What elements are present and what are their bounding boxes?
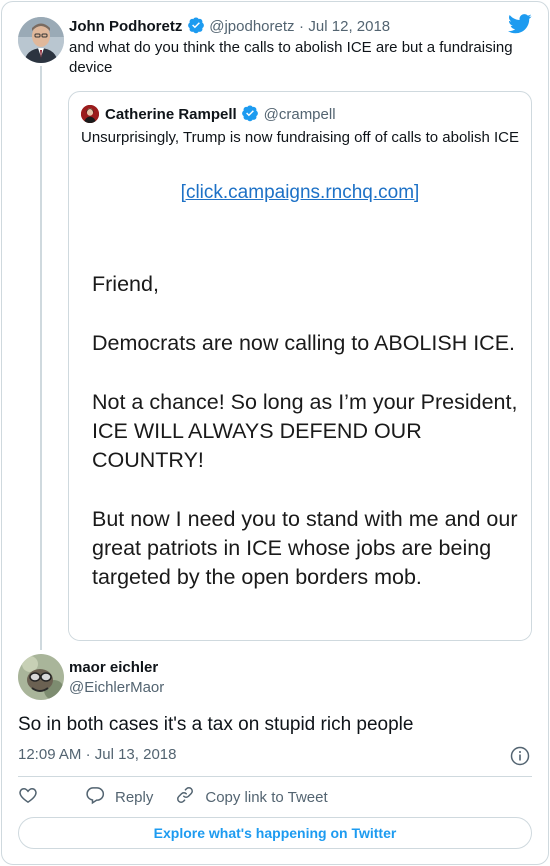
twitter-bird-icon[interactable] — [508, 14, 532, 39]
avatar-john-podhoretz[interactable] — [18, 17, 64, 63]
main-tweet-text: and what do you think the calls to aboli… — [69, 39, 513, 76]
thread-connector-line — [40, 66, 42, 650]
separator-dot: · — [298, 18, 304, 35]
reply-author-name[interactable]: maor eichler — [69, 659, 158, 676]
avatar-maor-eichler[interactable] — [18, 654, 64, 700]
email-paragraph: Friend, — [92, 272, 159, 296]
main-tweet-header: John Podhoretz @jpodhoretz · Jul 12, 201… — [69, 16, 390, 39]
reply-icon — [85, 785, 105, 809]
author-name[interactable]: John Podhoretz — [69, 18, 182, 35]
reply-author-handle[interactable]: @EichlerMaor — [69, 679, 164, 696]
quoted-author-name: Catherine Rampell — [105, 106, 237, 123]
tweet-date: Jul 13, 2018 — [94, 746, 177, 763]
verified-badge-icon — [187, 16, 205, 39]
heart-icon — [18, 785, 38, 809]
tweet-date[interactable]: Jul 12, 2018 — [308, 18, 390, 35]
author-handle[interactable]: @jpodhoretz — [209, 18, 294, 35]
explore-twitter-button[interactable]: Explore what's happening on Twitter — [18, 817, 532, 849]
email-paragraph: Not a chance! So long as I’m your Presid… — [92, 390, 518, 472]
quoted-tweet[interactable]: Catherine Rampell @crampell Unsurprising… — [68, 91, 532, 641]
reply-label: Reply — [115, 788, 154, 806]
copy-link-button[interactable]: Copy link to Tweet — [175, 785, 328, 809]
copy-link-label: Copy link to Tweet — [205, 788, 328, 806]
verified-badge-icon — [241, 104, 259, 127]
quoted-tweet-image[interactable]: [click.campaigns.rnchq.com] Friend, Demo… — [69, 174, 531, 640]
tweet-time: 12:09 AM — [18, 746, 82, 763]
quoted-tweet-header: Catherine Rampell @crampell — [105, 104, 336, 127]
info-icon[interactable] — [510, 746, 530, 771]
quoted-author-handle: @crampell — [263, 106, 336, 123]
email-paragraph: Democrats are now calling to ABOLISH ICE… — [92, 331, 516, 355]
action-bar: Reply Copy link to Tweet — [18, 786, 328, 808]
email-link-text: [click.campaigns.rnchq.com] — [180, 182, 420, 203]
separator-dot: · — [85, 746, 91, 763]
avatar-catherine-rampell[interactable] — [81, 105, 99, 123]
reply-tweet-timestamp[interactable]: 12:09 AM · Jul 13, 2018 — [18, 746, 176, 763]
email-body: Friend, Democrats are now calling to ABO… — [92, 270, 522, 622]
quoted-tweet-text: Unsurprisingly, Trump is now fundraising… — [81, 129, 519, 146]
reply-button[interactable]: Reply — [71, 785, 153, 809]
email-paragraph: But now I need you to stand with me and … — [92, 507, 518, 589]
like-button[interactable] — [18, 785, 38, 809]
link-icon — [175, 785, 195, 809]
divider — [18, 776, 532, 777]
reply-tweet-text: So in both cases it's a tax on stupid ri… — [18, 714, 414, 735]
